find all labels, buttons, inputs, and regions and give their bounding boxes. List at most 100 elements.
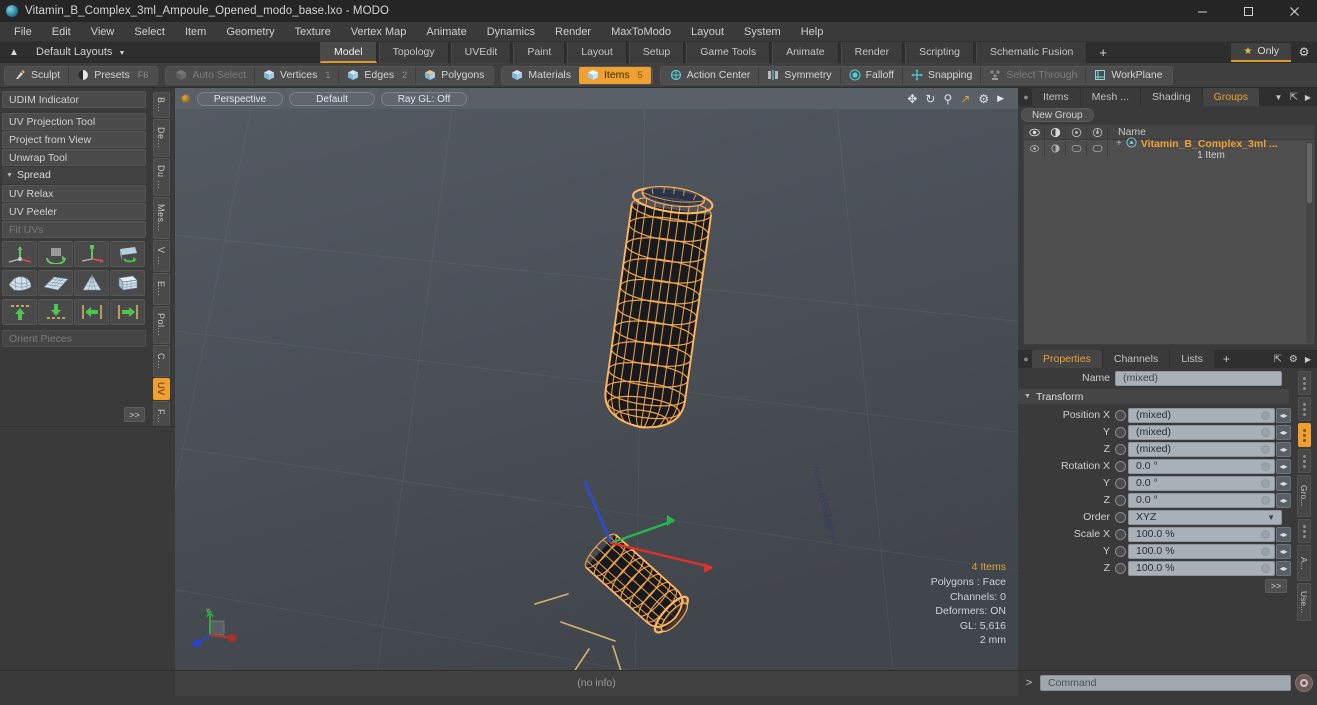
snapping-button[interactable]: Snapping <box>901 66 980 84</box>
position-x-radio[interactable] <box>1115 409 1126 421</box>
layout-tab-schematic-fusion[interactable]: Schematic Fusion <box>975 41 1088 63</box>
gear-icon[interactable]: ⚙ <box>1289 354 1298 365</box>
rotation-z-stepper[interactable]: ◂▸ <box>1276 492 1291 508</box>
gear-icon[interactable]: ⚙ <box>1291 45 1317 59</box>
row-wire-toggle[interactable] <box>1087 141 1108 156</box>
scale-z-radio[interactable] <box>1115 562 1126 574</box>
falloff-button[interactable]: Falloff <box>839 66 902 84</box>
uv-cone-unwrap-icon[interactable] <box>74 270 109 296</box>
presets-button[interactable]: Presets F6 <box>68 66 156 84</box>
group-list[interactable]: Name + Vitamin_B_Complex_3ml ... 1 Item <box>1023 124 1315 345</box>
sculpt-button[interactable]: Sculpt <box>6 67 68 84</box>
panel-menu-dot-icon[interactable]: ● <box>1020 354 1032 364</box>
layout-tab-layout[interactable]: Layout <box>567 41 627 63</box>
viewport-3d[interactable]: Perspective Default Ray GL: Off ✥ ↻ ⚲ ↗ … <box>175 88 1018 670</box>
zoom-icon[interactable]: ⚲ <box>943 93 952 105</box>
rotation-z-radio[interactable] <box>1115 494 1126 506</box>
uv-sphere-unwrap-icon[interactable] <box>2 270 37 296</box>
chevron-down-icon[interactable]: ▼ <box>1275 93 1283 102</box>
scale-z-channel-dot[interactable] <box>1261 563 1270 573</box>
rotation-y-channel-dot[interactable] <box>1261 478 1270 488</box>
scale-z-stepper[interactable]: ◂▸ <box>1276 560 1291 576</box>
expand-icon[interactable]: ⇱ <box>1273 354 1281 365</box>
uv-axis-move-icon[interactable] <box>2 241 37 267</box>
layout-tab-model[interactable]: Model <box>320 41 377 63</box>
viewport-projection-dropdown[interactable]: Perspective <box>197 91 283 106</box>
transform-section-header[interactable]: ▼ Transform <box>1018 389 1289 404</box>
uv-flip-icon[interactable] <box>110 241 145 267</box>
orient-pieces-row[interactable]: Orient Pieces <box>2 330 146 347</box>
row-visibility-toggle[interactable] <box>1024 141 1045 156</box>
materials-button[interactable]: Materials <box>503 67 579 84</box>
maximize-icon[interactable] <box>1225 0 1271 22</box>
tab-items[interactable]: Items <box>1032 88 1080 106</box>
name-input[interactable]: (mixed) <box>1115 370 1282 386</box>
new-group-button[interactable]: New Group <box>1021 107 1094 122</box>
uv-projection-tool-row[interactable]: UV Projection Tool <box>2 113 146 130</box>
position-z-input[interactable]: (mixed) <box>1128 441 1275 457</box>
layout-tab-animate[interactable]: Animate <box>772 41 839 63</box>
workplane-button[interactable]: WorkPlane <box>1085 66 1170 84</box>
record-icon[interactable] <box>1295 674 1313 692</box>
layout-tab-render[interactable]: Render <box>840 41 904 63</box>
menu-help[interactable]: Help <box>791 22 834 42</box>
order-dropdown[interactable]: XYZ ▼ <box>1128 509 1282 525</box>
side-dots-4[interactable] <box>1297 519 1311 543</box>
position-x-input[interactable]: (mixed) <box>1128 407 1275 423</box>
add-layout-tab-button[interactable]: + <box>1089 42 1117 63</box>
only-button[interactable]: ★ Only <box>1231 42 1291 62</box>
home-up-icon[interactable]: ▲ <box>6 47 22 58</box>
position-x-channel-dot[interactable] <box>1261 410 1270 420</box>
position-y-channel-dot[interactable] <box>1261 427 1270 437</box>
items-button[interactable]: Items 5 <box>579 66 651 84</box>
position-x-stepper[interactable]: ◂▸ <box>1276 407 1291 423</box>
tab-shading[interactable]: Shading <box>1141 88 1202 106</box>
rotation-x-stepper[interactable]: ◂▸ <box>1276 458 1291 474</box>
uv-peeler-row[interactable]: UV Peeler <box>2 203 146 220</box>
group-item[interactable]: + Vitamin_B_Complex_3ml ... <box>1108 136 1314 151</box>
viewport-menu-dot-icon[interactable] <box>181 94 190 103</box>
layout-tab-scripting[interactable]: Scripting <box>905 41 974 63</box>
chevron-right-icon[interactable]: ▶ <box>1305 355 1311 364</box>
expand-icon[interactable]: + <box>1116 138 1122 149</box>
uv-scale-axis-icon[interactable] <box>74 241 109 267</box>
layout-tab-setup[interactable]: Setup <box>628 41 685 63</box>
side-dots-1[interactable] <box>1297 371 1311 395</box>
edges-button[interactable]: Edges 2 <box>338 66 415 84</box>
layout-tab-game-tools[interactable]: Game Tools <box>686 41 771 63</box>
tab-properties[interactable]: Properties <box>1032 350 1102 368</box>
sidebar-vtab-polygon[interactable]: Pol... <box>152 306 170 344</box>
side-dots-2[interactable] <box>1297 397 1311 421</box>
properties-expand-button[interactable]: >> <box>1265 579 1287 593</box>
side-dots-3[interactable] <box>1297 449 1311 473</box>
menu-geometry[interactable]: Geometry <box>216 22 284 42</box>
chevron-right-icon[interactable]: ▶ <box>997 94 1004 103</box>
position-y-input[interactable]: (mixed) <box>1128 424 1275 440</box>
uv-align-left-icon[interactable] <box>74 299 109 325</box>
menu-vertex-map[interactable]: Vertex Map <box>341 22 417 42</box>
panel-menu-dot-icon[interactable]: ● <box>1020 92 1032 102</box>
scale-x-radio[interactable] <box>1115 528 1126 540</box>
menu-texture[interactable]: Texture <box>285 22 341 42</box>
uv-relax-row[interactable]: UV Relax <box>2 185 146 202</box>
menu-edit[interactable]: Edit <box>42 22 81 42</box>
menu-file[interactable]: File <box>4 22 42 42</box>
row-render-toggle[interactable] <box>1045 141 1066 156</box>
tab-lists[interactable]: Lists <box>1170 350 1214 368</box>
sidebar-vtab-vertex[interactable]: V ... <box>152 240 170 272</box>
row-shade-toggle[interactable] <box>1066 141 1087 156</box>
tab-mesh[interactable]: Mesh ... <box>1080 88 1141 106</box>
gear-icon[interactable]: ⚙ <box>978 93 989 105</box>
vertices-button[interactable]: Vertices 1 <box>254 66 338 84</box>
chevron-right-icon[interactable]: ▶ <box>1305 93 1311 102</box>
sidebar-vtab-deform[interactable]: De... <box>152 119 170 157</box>
menu-layout[interactable]: Layout <box>681 22 734 42</box>
left-panel-expand-button[interactable]: >> <box>124 407 145 422</box>
position-z-channel-dot[interactable] <box>1261 444 1270 454</box>
viewport-shading-dropdown[interactable]: Default <box>289 91 375 106</box>
uv-grid-flat-icon[interactable] <box>38 270 73 296</box>
viewport-canvas[interactable]: Vitamin B Complex 3 ml Ampoule 4 Items P… <box>175 109 1018 670</box>
scale-x-channel-dot[interactable] <box>1261 529 1270 539</box>
side-dots-active[interactable] <box>1297 423 1311 447</box>
group-list-scrollbar[interactable] <box>1306 141 1313 343</box>
